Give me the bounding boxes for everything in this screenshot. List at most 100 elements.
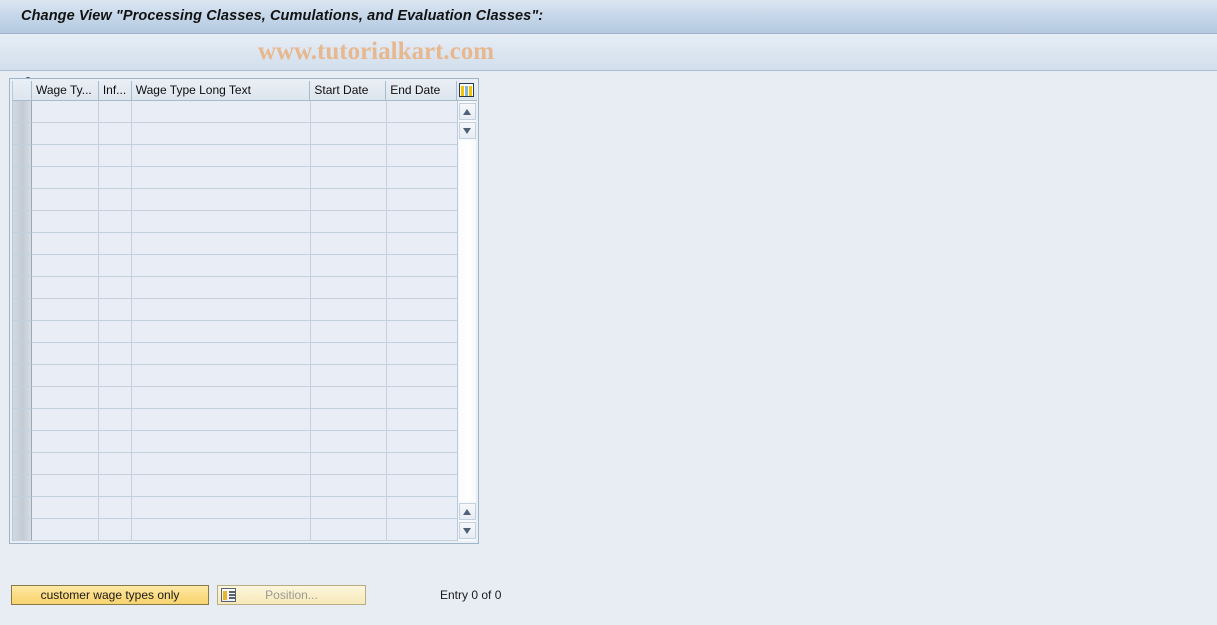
scroll-page-down-button[interactable] <box>459 522 476 539</box>
scroll-up-button[interactable] <box>459 122 476 139</box>
table-cell-infotype[interactable] <box>99 167 132 189</box>
table-cell-wage_type_long_text[interactable] <box>132 101 311 123</box>
table-row[interactable] <box>13 211 458 233</box>
table-cell-wage_type_long_text[interactable] <box>132 343 311 365</box>
table-cell-wage_type[interactable] <box>32 453 99 475</box>
table-row[interactable] <box>13 277 458 299</box>
table-cell-start_date[interactable] <box>311 497 387 519</box>
table-cell-end_date[interactable] <box>387 255 458 277</box>
table-row[interactable] <box>13 519 458 541</box>
table-cell-infotype[interactable] <box>99 321 132 343</box>
table-cell-start_date[interactable] <box>311 519 387 541</box>
table-cell-start_date[interactable] <box>311 365 387 387</box>
row-selector-cell[interactable] <box>13 167 32 189</box>
row-selector-cell[interactable] <box>13 233 32 255</box>
table-cell-end_date[interactable] <box>387 365 458 387</box>
table-cell-wage_type_long_text[interactable] <box>132 189 311 211</box>
table-cell-start_date[interactable] <box>311 255 387 277</box>
table-row[interactable] <box>13 475 458 497</box>
table-row[interactable] <box>13 255 458 277</box>
customer-wage-types-only-button[interactable]: customer wage types only <box>11 585 209 605</box>
table-cell-wage_type[interactable] <box>32 211 99 233</box>
column-header-select[interactable] <box>13 81 32 101</box>
table-cell-infotype[interactable] <box>99 299 132 321</box>
table-cell-wage_type[interactable] <box>32 321 99 343</box>
table-cell-wage_type[interactable] <box>32 431 99 453</box>
row-selector-cell[interactable] <box>13 453 32 475</box>
table-cell-start_date[interactable] <box>311 409 387 431</box>
column-header-infotype[interactable]: Inf... <box>98 81 132 101</box>
row-selector-cell[interactable] <box>13 255 32 277</box>
table-cell-infotype[interactable] <box>99 409 132 431</box>
table-row[interactable] <box>13 453 458 475</box>
table-cell-wage_type_long_text[interactable] <box>132 277 311 299</box>
table-cell-start_date[interactable] <box>311 453 387 475</box>
table-cell-wage_type_long_text[interactable] <box>132 365 311 387</box>
table-cell-infotype[interactable] <box>99 211 132 233</box>
table-cell-wage_type[interactable] <box>32 409 99 431</box>
table-cell-infotype[interactable] <box>99 431 132 453</box>
column-config-button[interactable] <box>457 81 477 101</box>
table-cell-start_date[interactable] <box>311 145 387 167</box>
table-cell-infotype[interactable] <box>99 189 132 211</box>
table-row[interactable] <box>13 365 458 387</box>
table-cell-end_date[interactable] <box>387 519 458 541</box>
column-header-end-date[interactable]: End Date <box>386 81 458 101</box>
table-cell-end_date[interactable] <box>387 277 458 299</box>
table-row[interactable] <box>13 431 458 453</box>
table-cell-start_date[interactable] <box>311 431 387 453</box>
table-cell-wage_type[interactable] <box>32 277 99 299</box>
table-cell-start_date[interactable] <box>311 189 387 211</box>
table-row[interactable] <box>13 167 458 189</box>
table-cell-end_date[interactable] <box>387 497 458 519</box>
row-selector-cell[interactable] <box>13 123 32 145</box>
table-cell-end_date[interactable] <box>387 145 458 167</box>
table-cell-wage_type[interactable] <box>32 497 99 519</box>
table-cell-wage_type[interactable] <box>32 233 99 255</box>
table-cell-wage_type[interactable] <box>32 475 99 497</box>
row-selector-cell[interactable] <box>13 145 32 167</box>
row-selector-cell[interactable] <box>13 475 32 497</box>
table-cell-start_date[interactable] <box>311 343 387 365</box>
table-row[interactable] <box>13 343 458 365</box>
table-cell-wage_type_long_text[interactable] <box>132 475 311 497</box>
table-cell-wage_type[interactable] <box>32 145 99 167</box>
table-cell-end_date[interactable] <box>387 321 458 343</box>
table-cell-end_date[interactable] <box>387 431 458 453</box>
table-row[interactable] <box>13 387 458 409</box>
table-cell-wage_type[interactable] <box>32 123 99 145</box>
table-cell-wage_type_long_text[interactable] <box>132 387 311 409</box>
table-cell-infotype[interactable] <box>99 453 132 475</box>
table-cell-wage_type_long_text[interactable] <box>132 431 311 453</box>
table-cell-wage_type_long_text[interactable] <box>132 409 311 431</box>
table-cell-end_date[interactable] <box>387 123 458 145</box>
table-row[interactable] <box>13 145 458 167</box>
table-cell-wage_type[interactable] <box>32 189 99 211</box>
table-cell-wage_type[interactable] <box>32 299 99 321</box>
row-selector-cell[interactable] <box>13 277 32 299</box>
row-selector-cell[interactable] <box>13 321 32 343</box>
table-cell-start_date[interactable] <box>311 277 387 299</box>
table-cell-start_date[interactable] <box>311 167 387 189</box>
table-cell-wage_type[interactable] <box>32 255 99 277</box>
table-cell-end_date[interactable] <box>387 211 458 233</box>
table-cell-wage_type_long_text[interactable] <box>132 453 311 475</box>
scroll-track[interactable] <box>459 141 476 501</box>
table-cell-wage_type_long_text[interactable] <box>132 255 311 277</box>
table-vertical-scrollbar[interactable] <box>457 101 476 541</box>
table-row[interactable] <box>13 409 458 431</box>
table-cell-wage_type_long_text[interactable] <box>132 299 311 321</box>
table-cell-wage_type_long_text[interactable] <box>132 519 311 541</box>
table-cell-infotype[interactable] <box>99 387 132 409</box>
table-cell-end_date[interactable] <box>387 167 458 189</box>
table-cell-start_date[interactable] <box>311 101 387 123</box>
row-selector-cell[interactable] <box>13 387 32 409</box>
table-cell-end_date[interactable] <box>387 233 458 255</box>
table-cell-end_date[interactable] <box>387 409 458 431</box>
table-cell-end_date[interactable] <box>387 343 458 365</box>
table-row[interactable] <box>13 497 458 519</box>
table-cell-end_date[interactable] <box>387 189 458 211</box>
row-selector-cell[interactable] <box>13 431 32 453</box>
table-cell-start_date[interactable] <box>311 475 387 497</box>
table-cell-wage_type_long_text[interactable] <box>132 321 311 343</box>
